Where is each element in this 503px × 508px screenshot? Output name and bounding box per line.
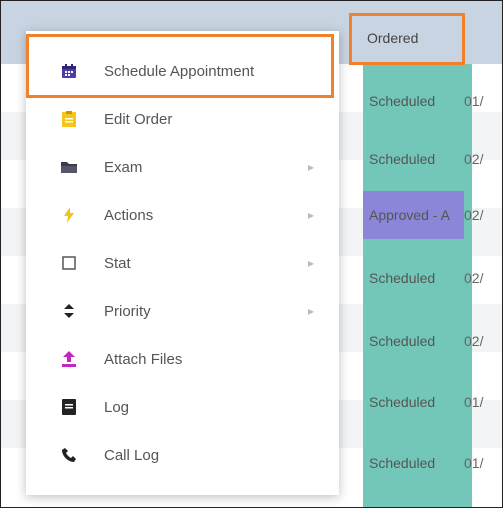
menu-item-stat[interactable]: Stat ▸ bbox=[26, 239, 339, 287]
chevron-right-icon: ▸ bbox=[307, 304, 314, 318]
checkbox-icon bbox=[59, 253, 79, 273]
status-text: Scheduled bbox=[369, 270, 436, 286]
date-text: 02/ bbox=[464, 207, 484, 223]
status-column-header[interactable]: Ordered bbox=[349, 13, 465, 65]
chevron-right-icon: ▸ bbox=[307, 208, 314, 222]
date-text: 02/ bbox=[464, 151, 484, 167]
orders-table-area: Ordered Scheduled 01/ Scheduled 02/ Approv… bbox=[0, 0, 503, 508]
status-cell[interactable]: Scheduled 02/ bbox=[363, 254, 502, 302]
status-cell[interactable]: Scheduled 02/ bbox=[363, 317, 502, 365]
menu-item-actions[interactable]: Actions ▸ bbox=[26, 191, 339, 239]
status-text: Scheduled bbox=[369, 394, 436, 410]
status-cell[interactable]: Scheduled 02/ bbox=[363, 135, 502, 183]
status-text: Approved - A bbox=[363, 191, 464, 239]
menu-item-priority[interactable]: Priority ▸ bbox=[26, 287, 339, 335]
date-text: 01/ bbox=[464, 93, 484, 109]
status-text: Scheduled bbox=[369, 455, 436, 471]
date-text: 01/ bbox=[464, 455, 484, 471]
status-text: Scheduled bbox=[369, 151, 436, 167]
chevron-right-icon: ▸ bbox=[307, 256, 314, 270]
log-icon bbox=[59, 397, 79, 417]
menu-item-label: Log bbox=[104, 398, 130, 416]
status-cell[interactable]: Scheduled 01/ bbox=[363, 439, 502, 487]
menu-item-attach-files[interactable]: Attach Files bbox=[26, 335, 339, 383]
date-text: 02/ bbox=[464, 270, 484, 286]
clipboard-icon bbox=[59, 109, 79, 129]
selected-item-highlight bbox=[26, 34, 334, 98]
menu-item-label: Attach Files bbox=[104, 350, 183, 368]
upload-icon bbox=[59, 349, 79, 369]
menu-item-call-log[interactable]: Call Log bbox=[26, 431, 339, 479]
menu-item-label: Edit Order bbox=[104, 110, 173, 128]
status-text: Scheduled bbox=[369, 333, 436, 349]
bolt-icon bbox=[59, 205, 79, 225]
date-text: 01/ bbox=[464, 394, 484, 410]
menu-item-label: Priority bbox=[104, 302, 151, 320]
menu-item-exam[interactable]: Exam ▸ bbox=[26, 143, 339, 191]
status-column-header-label: Ordered bbox=[367, 30, 419, 46]
phone-icon bbox=[59, 445, 79, 465]
status-cell[interactable]: Scheduled 01/ bbox=[363, 378, 502, 426]
menu-item-edit-order[interactable]: Edit Order bbox=[26, 95, 339, 143]
sort-icon bbox=[59, 301, 79, 321]
folder-icon bbox=[59, 157, 79, 177]
status-text: Scheduled bbox=[369, 93, 436, 109]
menu-item-label: Stat bbox=[104, 254, 131, 272]
date-text: 02/ bbox=[464, 333, 484, 349]
menu-item-log[interactable]: Log bbox=[26, 383, 339, 431]
status-cell[interactable]: Approved - A 02/ bbox=[363, 191, 502, 239]
chevron-right-icon: ▸ bbox=[307, 160, 314, 174]
menu-item-label: Call Log bbox=[104, 446, 160, 464]
menu-item-label: Exam bbox=[104, 158, 143, 176]
status-cell[interactable]: Scheduled 01/ bbox=[363, 77, 502, 125]
context-menu: Schedule Appointment Edit Order Exam ▸ A… bbox=[26, 31, 339, 495]
menu-item-label: Actions bbox=[104, 206, 154, 224]
